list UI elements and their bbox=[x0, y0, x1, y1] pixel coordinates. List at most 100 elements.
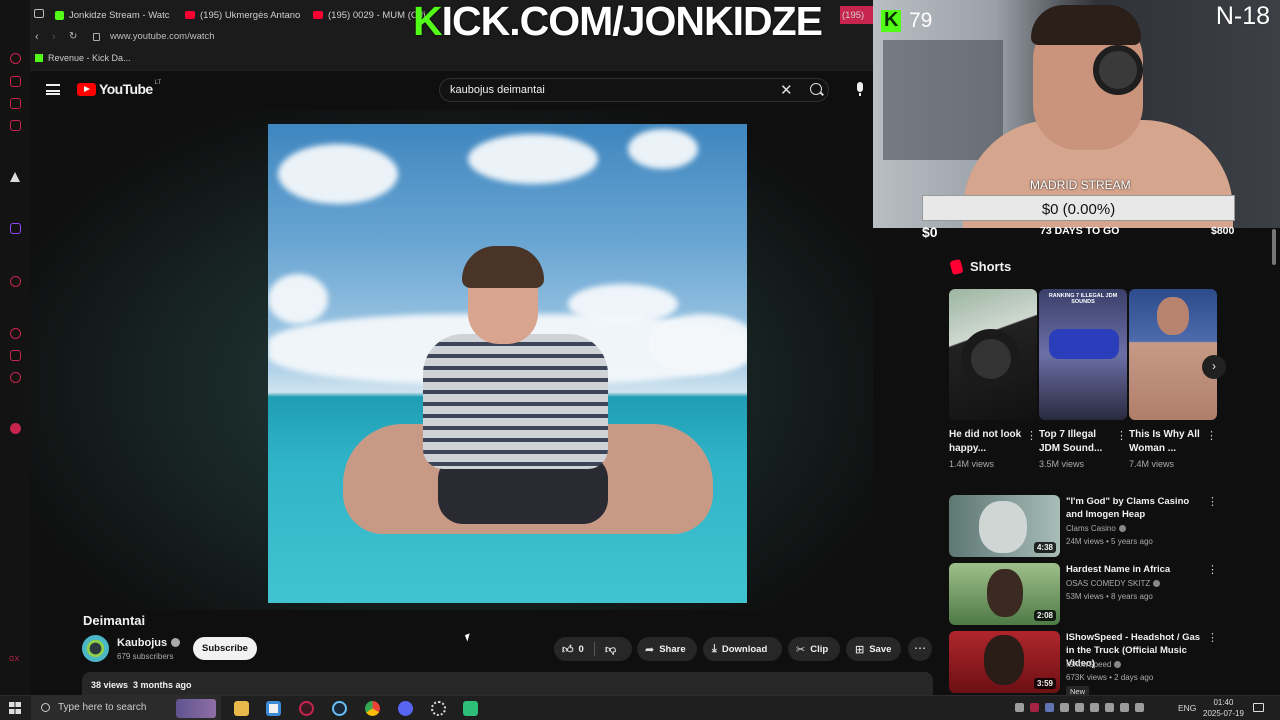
settings-icon[interactable] bbox=[10, 372, 21, 383]
messenger-icon[interactable] bbox=[10, 120, 21, 131]
recommendation-title[interactable]: Hardest Name in Africa bbox=[1066, 563, 1201, 576]
tray-app-icon[interactable] bbox=[1045, 703, 1054, 712]
settings-gear-icon[interactable] bbox=[431, 701, 446, 716]
opera-gx-icon[interactable] bbox=[299, 701, 314, 716]
scrollbar[interactable] bbox=[1272, 229, 1276, 265]
windows-start-icon[interactable] bbox=[9, 702, 21, 714]
like-count[interactable]: 0 bbox=[579, 644, 584, 655]
taskbar-search[interactable]: Type here to search bbox=[31, 696, 221, 720]
reload-button[interactable]: ↻ bbox=[69, 31, 77, 42]
recommendation-channel-name[interactable]: Clams Casino bbox=[1066, 524, 1116, 533]
description-box[interactable]: 38 views 3 months ago bbox=[82, 672, 933, 695]
search-input[interactable]: kaubojus deimantai bbox=[450, 84, 545, 96]
share-button[interactable]: ➦ Share bbox=[637, 637, 697, 661]
more-options-icon[interactable]: ⋮ bbox=[1206, 429, 1217, 442]
more-options-icon[interactable]: ⋮ bbox=[1207, 631, 1218, 644]
microphone-icon[interactable] bbox=[857, 82, 863, 96]
sidebar-app-icon[interactable] bbox=[10, 98, 21, 109]
short-thumbnail[interactable] bbox=[949, 289, 1037, 420]
recommendation-item[interactable]: 2:08 Hardest Name in Africa OSAS COMEDY … bbox=[949, 563, 1221, 627]
short-title[interactable]: Top 7 Illegal JDM Sound... bbox=[1039, 428, 1113, 456]
recommendation-channel[interactable]: Clams Casino bbox=[1066, 524, 1126, 533]
sidebar-app-icon[interactable] bbox=[10, 76, 21, 87]
menu-icon[interactable] bbox=[46, 84, 60, 95]
extensions-icon[interactable] bbox=[10, 350, 21, 361]
record-icon[interactable] bbox=[10, 423, 21, 434]
video-player[interactable] bbox=[268, 124, 747, 603]
tray-app-icon[interactable] bbox=[1060, 703, 1069, 712]
youtube-logo[interactable]: YouTube LT bbox=[77, 80, 161, 97]
recommendation-channel-name[interactable]: IShowSpeed bbox=[1066, 660, 1111, 669]
search-icon[interactable] bbox=[810, 83, 822, 95]
clear-search-icon[interactable]: ✕ bbox=[780, 81, 793, 99]
microphone-icon[interactable] bbox=[1120, 703, 1129, 712]
gx-icon[interactable]: GX bbox=[9, 656, 20, 667]
language-indicator[interactable]: ENG bbox=[1178, 703, 1196, 713]
taskbar-search-input[interactable]: Type here to search bbox=[58, 702, 146, 713]
more-options-icon[interactable]: ⋮ bbox=[1116, 429, 1127, 442]
network-icon[interactable] bbox=[1105, 703, 1114, 712]
short-thumbnail[interactable] bbox=[1129, 289, 1217, 420]
more-options-icon[interactable]: ⋮ bbox=[1207, 563, 1218, 576]
recommendation-channel[interactable]: OSAS COMEDY SKITZ bbox=[1066, 579, 1161, 588]
search-box[interactable]: kaubojus deimantai ✕ bbox=[439, 78, 829, 102]
like-icon[interactable]: 👍︎ bbox=[562, 643, 574, 656]
short-item[interactable]: He did not look happy... 1.4M views ⋮ bbox=[949, 289, 1037, 469]
player-icon[interactable] bbox=[10, 276, 21, 287]
clip-button[interactable]: ✂ Clip bbox=[788, 637, 840, 661]
obs-app-icon[interactable] bbox=[463, 701, 478, 716]
tray-app-icon[interactable] bbox=[1075, 703, 1084, 712]
recommendation-thumbnail[interactable]: 4:38 bbox=[949, 495, 1060, 557]
forward-button[interactable]: › bbox=[52, 31, 56, 43]
history-icon[interactable] bbox=[10, 328, 21, 339]
short-item[interactable]: RANKING 7 ILLEGAL JDM SOUNDS Top 7 Illeg… bbox=[1039, 289, 1127, 469]
channel-name[interactable]: Kaubojus bbox=[117, 637, 181, 649]
back-button[interactable]: ‹ bbox=[35, 31, 39, 43]
video-frame-figure bbox=[462, 246, 544, 288]
recommendation-item[interactable]: 4:38 "I'm God" by Clams Casino and Imoge… bbox=[949, 495, 1221, 559]
dislike-icon[interactable]: 👎︎ bbox=[605, 643, 616, 656]
bookmark-revenue[interactable]: Revenue - Kick Da... bbox=[35, 53, 131, 63]
video-duration: 3:59 bbox=[1033, 678, 1056, 689]
tray-app-icon[interactable] bbox=[1090, 703, 1099, 712]
url-field[interactable]: www.youtube.com/watch bbox=[110, 31, 215, 42]
short-item[interactable]: This Is Why All Woman ... 7.4M views ⋮ bbox=[1129, 289, 1217, 469]
recommendation-thumbnail[interactable]: 3:59 bbox=[949, 631, 1060, 693]
twitch-icon[interactable] bbox=[10, 223, 21, 234]
recommendation-thumbnail[interactable]: 2:08 bbox=[949, 563, 1060, 625]
view-count: 38 views bbox=[91, 680, 129, 690]
more-actions-icon[interactable]: ⋯ bbox=[908, 637, 932, 661]
webcam-streamer bbox=[1031, 5, 1141, 45]
store-icon[interactable] bbox=[266, 701, 281, 716]
aria-icon[interactable] bbox=[10, 172, 20, 182]
more-options-icon[interactable]: ⋮ bbox=[1026, 429, 1037, 442]
clock[interactable]: 01:40 2025-07-19 bbox=[1203, 697, 1244, 719]
download-button[interactable]: ⤓ Download bbox=[703, 637, 782, 661]
channel-avatar[interactable] bbox=[82, 635, 109, 662]
recommendation-title[interactable]: "I'm God" by Clams Casino and Imogen Hea… bbox=[1066, 495, 1201, 521]
tab-youtube-2[interactable]: (195) 0029 - MUM (Offi bbox=[313, 6, 428, 24]
volume-icon[interactable] bbox=[1135, 703, 1144, 712]
tab-youtube-1[interactable]: (195) Ukmergės Antano Š bbox=[185, 6, 300, 24]
short-thumbnail[interactable]: RANKING 7 ILLEGAL JDM SOUNDS bbox=[1039, 289, 1127, 420]
short-title[interactable]: This Is Why All Woman ... bbox=[1129, 428, 1203, 456]
subscribe-button[interactable]: Subscribe bbox=[193, 637, 257, 660]
channel-name-text[interactable]: Kaubojus bbox=[117, 637, 167, 649]
tab-youtube-3[interactable]: (195) bbox=[840, 6, 873, 24]
more-options-icon[interactable]: ⋮ bbox=[1207, 495, 1218, 508]
save-button[interactable]: ⊞ Save bbox=[846, 637, 901, 661]
short-title[interactable]: He did not look happy... bbox=[949, 428, 1023, 456]
steam-icon[interactable] bbox=[332, 701, 347, 716]
tray-app-icon[interactable] bbox=[1015, 703, 1024, 712]
chevron-right-icon[interactable]: › bbox=[1202, 355, 1226, 379]
workspaces-icon[interactable] bbox=[34, 9, 44, 18]
opera-logo-icon[interactable] bbox=[10, 53, 21, 64]
chrome-icon[interactable] bbox=[365, 701, 380, 716]
tray-app-icon[interactable] bbox=[1030, 703, 1039, 712]
notifications-icon[interactable] bbox=[1253, 703, 1264, 712]
tab-kick-stream[interactable]: Jonkidze Stream - Watch bbox=[55, 6, 170, 24]
file-explorer-icon[interactable] bbox=[234, 701, 249, 716]
recommendation-channel[interactable]: IShowSpeed bbox=[1066, 660, 1122, 669]
discord-icon[interactable] bbox=[398, 701, 413, 716]
recommendation-channel-name[interactable]: OSAS COMEDY SKITZ bbox=[1066, 579, 1150, 588]
